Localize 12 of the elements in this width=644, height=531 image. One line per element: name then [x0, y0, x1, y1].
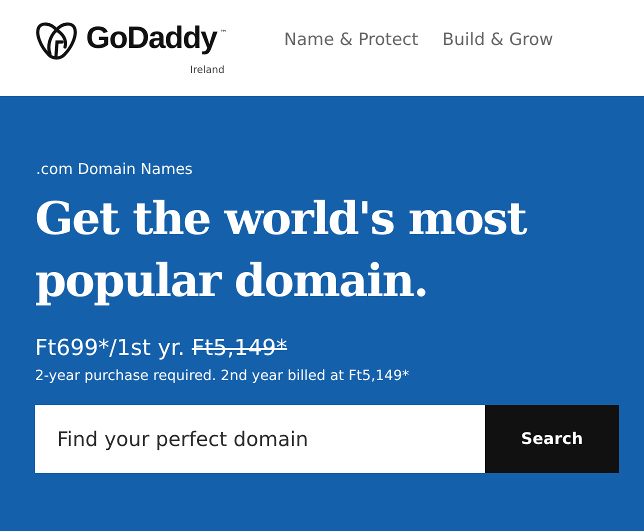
eyebrow-text: .com Domain Names — [36, 160, 194, 178]
billing-note: 2-year purchase required. 2nd year billed at Ft5,149* — [35, 368, 410, 386]
search-button[interactable]: Search — [485, 405, 619, 474]
old-price: Ft5,149* — [192, 336, 288, 361]
price-text: Ft699*/1st yr. — [35, 336, 185, 361]
logo-icon[interactable] — [36, 22, 77, 60]
nav-link[interactable]: Name & Protect — [284, 28, 418, 54]
headline: Get the world's most popular domain. — [35, 191, 528, 309]
nav-link[interactable]: Build & Grow — [442, 28, 554, 54]
region-label: Ireland — [190, 65, 225, 77]
search-field[interactable]: Find your perfect domain — [35, 405, 485, 474]
logo-wordmark[interactable]: GoDaddy — [86, 22, 217, 53]
